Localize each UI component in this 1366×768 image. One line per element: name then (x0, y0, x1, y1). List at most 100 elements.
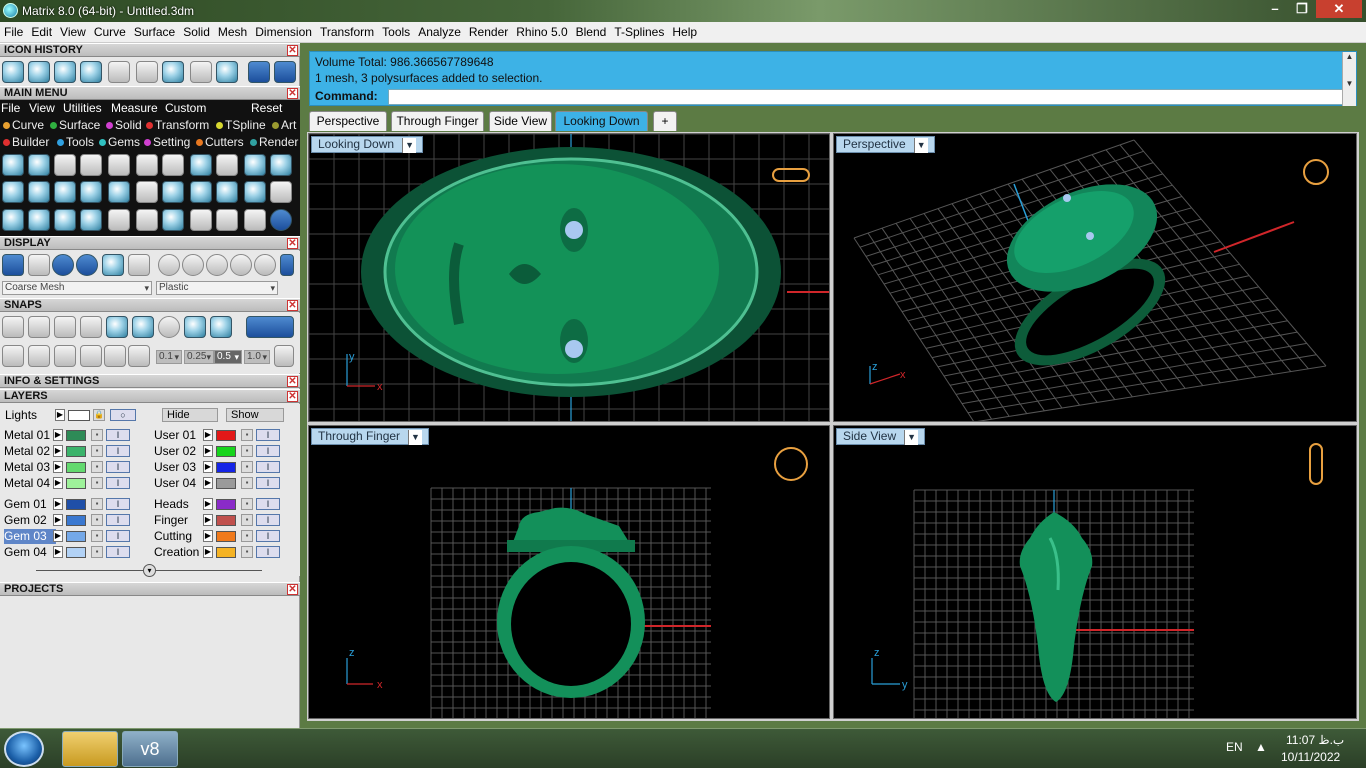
visibility-toggle[interactable]: I (106, 546, 130, 558)
menu-mesh[interactable]: Mesh (214, 22, 251, 43)
expand-icon[interactable]: ▶ (53, 445, 63, 457)
fan-tool-icon[interactable] (108, 154, 130, 176)
wave-tool-icon[interactable] (190, 154, 212, 176)
cat-setting[interactable]: Setting (144, 134, 190, 151)
xray-icon[interactable] (102, 254, 124, 276)
layer-row[interactable]: Metal 03 ▶ ▪ I (0, 460, 140, 475)
cut-tool-icon[interactable] (244, 209, 266, 231)
grid-tool-icon[interactable] (162, 181, 184, 203)
line-snap-icon[interactable] (54, 345, 76, 367)
expand-icon[interactable]: ▶ (53, 498, 63, 510)
curve-points-icon[interactable] (28, 61, 50, 83)
mirror-tool-icon[interactable] (80, 209, 102, 231)
close-icon[interactable]: ✕ (287, 391, 298, 402)
expand-icon[interactable]: ▶ (53, 429, 63, 441)
layer-name[interactable]: User 01 (154, 428, 206, 443)
plane-snap-icon[interactable] (104, 345, 126, 367)
boolean-tool-icon[interactable] (190, 209, 212, 231)
layer-row[interactable]: Cutting ▶ ▪ I (150, 529, 290, 544)
material-select[interactable]: Plastic (156, 281, 278, 295)
close-icon[interactable]: ✕ (287, 238, 298, 249)
tab-perspective[interactable]: Perspective (309, 111, 387, 131)
start-button[interactable] (4, 731, 44, 767)
new-page-icon[interactable] (190, 61, 212, 83)
layer-name[interactable]: User 04 (154, 476, 206, 491)
close-icon[interactable]: ✕ (287, 45, 298, 56)
lock-icon[interactable]: ▪ (241, 445, 253, 457)
snap-0.25-button[interactable]: 0.25 (184, 350, 214, 364)
layer-name[interactable]: Metal 04 (4, 476, 56, 491)
expand-icon[interactable]: ▶ (53, 546, 63, 558)
layer-color-swatch[interactable] (66, 531, 86, 542)
fillet-tool-icon[interactable] (54, 209, 76, 231)
back-arrow-icon[interactable] (248, 61, 270, 83)
int-snap-icon[interactable] (132, 316, 154, 338)
shaded-icon[interactable] (28, 254, 50, 276)
expand-icon[interactable]: ▶ (53, 461, 63, 473)
file-explorer-button[interactable] (62, 731, 118, 767)
lock-icon[interactable]: ▪ (91, 498, 103, 510)
menu-view[interactable]: View (56, 22, 90, 43)
glass-material-icon[interactable] (206, 254, 228, 276)
lock-icon[interactable]: ▪ (241, 477, 253, 489)
ring-tool-icon[interactable] (216, 154, 238, 176)
expand-icon[interactable]: ▶ (53, 530, 63, 542)
snap-0.5-button[interactable]: 0.5 (214, 350, 242, 364)
expand-icon[interactable]: ▶ (203, 477, 213, 489)
layer-name[interactable]: Metal 01 (4, 428, 56, 443)
layer-row[interactable]: Gem 03 ▶ ▪ I (0, 529, 140, 544)
layer-color-swatch[interactable] (216, 478, 236, 489)
document-icon[interactable] (136, 61, 158, 83)
project-snap-icon[interactable] (246, 316, 294, 338)
lock-icon[interactable]: ▪ (241, 461, 253, 473)
layer-row[interactable]: Creation ▶ ▪ I (150, 545, 290, 560)
add-tab-button[interactable]: + (653, 111, 677, 131)
lock-icon[interactable]: ▪ (241, 530, 253, 542)
layer-color-swatch[interactable] (216, 515, 236, 526)
sphere-tool-icon[interactable] (2, 154, 24, 176)
command-scrollbar[interactable]: ▲ ▼ (1342, 52, 1356, 106)
cat-art[interactable]: Art (272, 117, 296, 134)
close-icon[interactable]: ✕ (287, 584, 298, 595)
layout-icon[interactable] (128, 254, 150, 276)
globe-tool-icon[interactable] (244, 181, 266, 203)
layer-name[interactable]: Metal 03 (4, 460, 56, 475)
viewport-label[interactable]: Through Finger ▼ (311, 428, 429, 445)
close-icon[interactable]: ✕ (287, 88, 298, 99)
lock-icon[interactable]: 🔒 (93, 409, 105, 421)
end-snap-icon[interactable] (2, 316, 24, 338)
split-tool-icon[interactable] (216, 209, 238, 231)
tab-side-view[interactable]: Side View (489, 111, 552, 131)
visibility-toggle[interactable]: I (256, 514, 280, 526)
expand-icon[interactable]: ▶ (203, 445, 213, 457)
lock-icon[interactable]: ▪ (91, 477, 103, 489)
snap-1.0-button[interactable]: 1.0 (244, 350, 270, 364)
menu-edit[interactable]: Edit (27, 22, 56, 43)
silver-material-icon[interactable] (230, 254, 252, 276)
mm-file[interactable]: File (1, 100, 20, 117)
chrome-material-icon[interactable] (182, 254, 204, 276)
menu-solid[interactable]: Solid (179, 22, 214, 43)
visibility-toggle[interactable]: I (256, 461, 280, 473)
lock-icon[interactable]: ▪ (91, 461, 103, 473)
collapse-icon[interactable]: ▾ (143, 564, 156, 577)
visibility-toggle[interactable]: I (256, 498, 280, 510)
perp-snap-icon[interactable] (184, 316, 206, 338)
visibility-toggle[interactable]: I (106, 498, 130, 510)
render-tool-icon[interactable] (270, 181, 292, 203)
cen-snap-icon[interactable] (106, 316, 128, 338)
lock-icon[interactable]: ▪ (241, 498, 253, 510)
expand-icon[interactable]: ▶ (53, 477, 63, 489)
scale-tool-icon[interactable] (136, 209, 158, 231)
shape-tool-icon[interactable] (28, 154, 50, 176)
bracelet-tool-icon[interactable] (80, 181, 102, 203)
close-button[interactable]: ✕ (1316, 0, 1362, 18)
polyline-icon[interactable] (54, 61, 76, 83)
cat-surface[interactable]: Surface (50, 117, 100, 134)
layer-row[interactable]: User 02 ▶ ▪ I (150, 444, 290, 459)
maximize-button[interactable]: ❐ (1289, 0, 1315, 18)
menu-render[interactable]: Render (465, 22, 512, 43)
mm-view[interactable]: View (29, 100, 55, 117)
prong-tool-icon[interactable] (28, 181, 50, 203)
layer-name[interactable]: Gem 04 (4, 545, 56, 560)
